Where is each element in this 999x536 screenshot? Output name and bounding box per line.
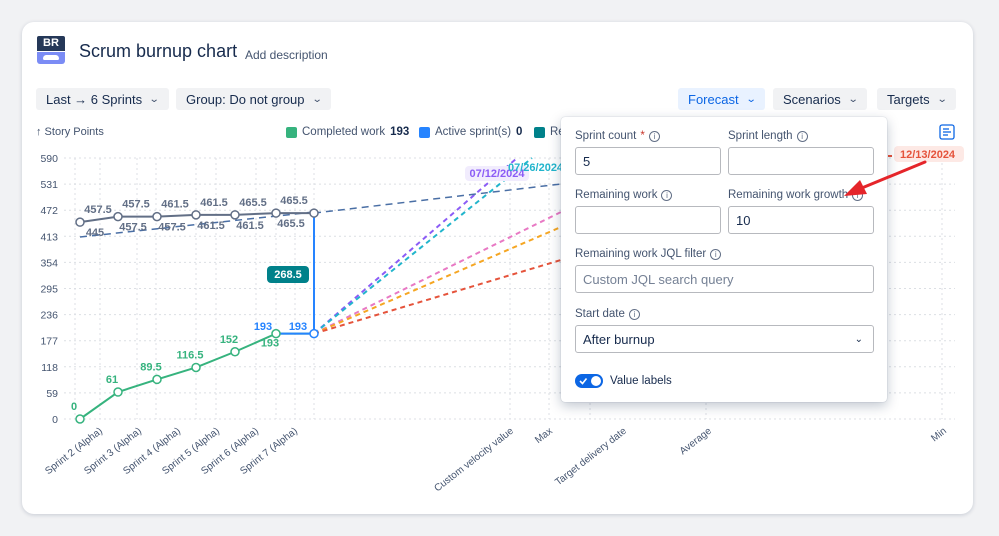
scope-label: 465.5 (280, 195, 308, 207)
sprint-length-text: Sprint length (728, 130, 793, 142)
y-tick-label: 118 (41, 362, 58, 374)
y-tick-label: 236 (40, 310, 58, 322)
start-date-text: Start date (575, 308, 625, 320)
forecast-line (313, 226, 562, 335)
data-label: 0 (71, 401, 77, 413)
info-icon[interactable]: i (648, 130, 660, 142)
sprint-count-text: Sprint count (575, 130, 637, 142)
data-point (113, 387, 123, 397)
scope-point (152, 211, 162, 222)
data-label: 193 (289, 321, 307, 333)
burnup-chart-card: BR Scrum burnup chart Add description La… (22, 22, 973, 514)
forecast-popover: Sprint count * i 5 Sprint length i Remai… (561, 117, 887, 402)
remaining-growth-input[interactable]: 10 (728, 206, 874, 234)
data-label: 61 (106, 374, 118, 386)
start-date-value: After burnup (583, 331, 655, 347)
start-date-label: Start date i (575, 308, 640, 320)
forecast-line (313, 157, 533, 335)
gap-label: 268.5 (274, 269, 302, 281)
required-mark: * (640, 130, 645, 142)
sprint-length-input[interactable] (728, 147, 874, 175)
jql-filter-label: Remaining work JQL filter i (575, 248, 722, 260)
chevron-down-icon: ⌄ (854, 334, 863, 345)
x-tick-label: Max (533, 426, 555, 446)
y-tick-label: 472 (40, 205, 58, 217)
y-tick-label: 590 (40, 153, 58, 165)
data-point (152, 374, 162, 385)
scope-point (113, 211, 123, 222)
scope-label: 457.5 (119, 222, 147, 234)
scope-label: 461.5 (197, 220, 225, 232)
remaining-work-label: Remaining work i (575, 189, 673, 201)
scope-point (271, 208, 281, 218)
sprint-length-label: Sprint length i (728, 130, 808, 142)
scope-label: 461.5 (161, 199, 189, 211)
remaining-work-input[interactable] (575, 206, 721, 234)
value-labels-label: Value labels (610, 375, 672, 387)
date-label: 12/13/2024 (900, 149, 956, 161)
remaining-work-text: Remaining work (575, 189, 658, 201)
scope-label: 457.5 (84, 204, 112, 216)
scope-point (230, 210, 240, 220)
value-labels-toggle[interactable] (575, 374, 603, 388)
info-icon[interactable]: i (710, 248, 722, 260)
data-label: 89.5 (140, 361, 161, 373)
y-tick-label: 295 (40, 284, 58, 296)
info-icon[interactable]: i (628, 308, 640, 320)
scope-label: 457.5 (122, 199, 150, 211)
scope-projection-line (313, 183, 562, 214)
x-tick-label: Custom velocity value (432, 425, 516, 494)
data-label: 116.5 (177, 349, 204, 361)
scope-point (191, 210, 201, 220)
remaining-growth-text: Remaining work growth (728, 189, 849, 201)
jql-filter-text: Remaining work JQL filter (575, 248, 707, 260)
x-tick-label: Average (678, 425, 714, 457)
data-label: 193 (261, 338, 279, 350)
scope-label: 445 (86, 227, 104, 239)
y-tick-label: 354 (40, 257, 58, 269)
scope-label: 461.5 (236, 220, 264, 232)
forecast-line (313, 259, 562, 335)
x-tick-label: Target delivery date (553, 425, 629, 488)
scope-label: 457.5 (158, 222, 186, 234)
jql-search-input[interactable]: Custom JQL search query (575, 265, 874, 293)
data-point (271, 328, 281, 339)
scope-label: 465.5 (277, 218, 305, 230)
forecast-line (313, 211, 562, 335)
info-icon[interactable]: i (852, 189, 864, 201)
data-point (191, 362, 201, 373)
data-point (230, 347, 240, 357)
scope-label: 465.5 (239, 197, 267, 209)
x-tick-label: Min (929, 426, 948, 445)
data-point (309, 328, 319, 339)
y-tick-label: 0 (52, 414, 58, 426)
sprint-count-label: Sprint count * i (575, 130, 660, 142)
scope-label: 461.5 (200, 197, 228, 209)
scope-point (75, 217, 85, 227)
y-tick-label: 59 (46, 388, 58, 400)
remaining-growth-label: Remaining work growth i (728, 189, 864, 201)
y-tick-label: 531 (40, 179, 58, 191)
data-label: 152 (220, 334, 238, 346)
date-label: 07/26/2024 (508, 162, 564, 174)
scope-point (309, 208, 319, 218)
data-point (75, 414, 85, 424)
info-icon[interactable]: i (796, 130, 808, 142)
sprint-count-input[interactable]: 5 (575, 147, 721, 175)
y-tick-label: 177 (40, 336, 58, 348)
start-date-select[interactable]: After burnup ⌄ (575, 325, 874, 353)
data-label: 193 (254, 321, 272, 333)
y-tick-label: 413 (40, 231, 58, 243)
info-icon[interactable]: i (661, 189, 673, 201)
